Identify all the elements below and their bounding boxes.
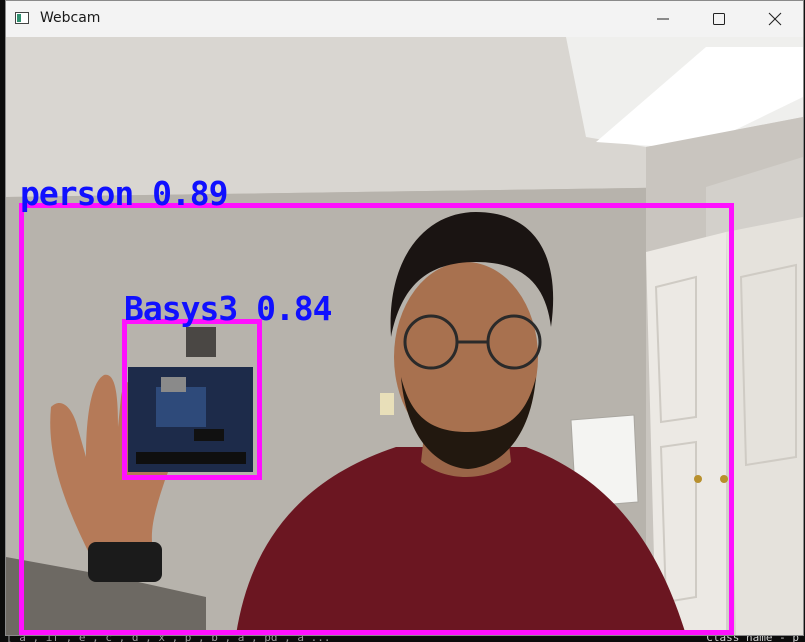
minimize-icon: [657, 18, 669, 20]
minimize-button[interactable]: [635, 1, 691, 37]
detection-label-person: person 0.89: [20, 174, 229, 213]
window-title: Webcam: [40, 10, 101, 26]
maximize-icon: [713, 13, 725, 25]
title-bar[interactable]: Webcam: [6, 1, 803, 37]
app-icon: [15, 12, 29, 24]
detection-box-basys3: [122, 319, 262, 480]
maximize-button[interactable]: [691, 1, 747, 37]
close-icon: [768, 12, 782, 26]
webcam-view: person 0.89 Basys3 0.84: [6, 37, 803, 635]
webcam-window[interactable]: Webcam person 0.89 Basys3 0.84: [5, 0, 804, 636]
close-button[interactable]: [747, 1, 803, 37]
detection-label-basys3: Basys3 0.84: [124, 289, 333, 328]
